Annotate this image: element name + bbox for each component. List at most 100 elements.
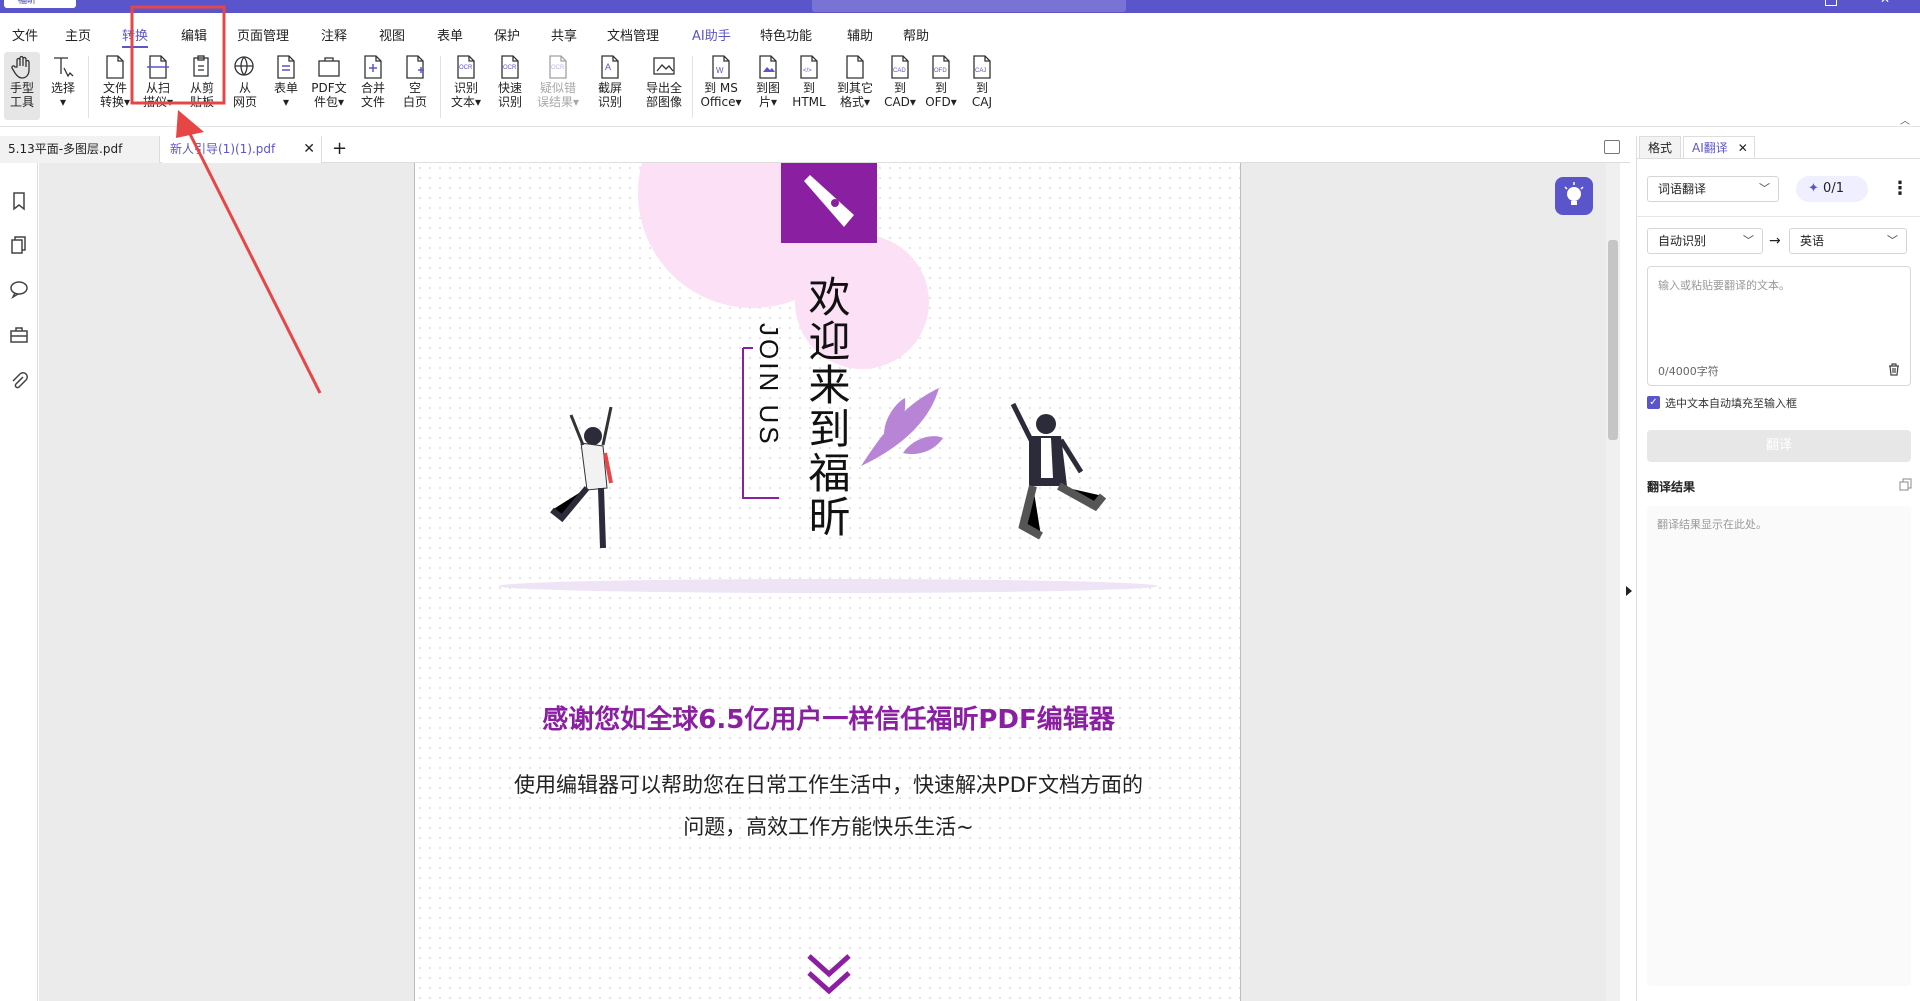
menu-14[interactable]: 帮助 <box>903 25 929 44</box>
to-caj-button[interactable]: CAJ 到 CAJ <box>964 52 1000 120</box>
scanner-icon <box>145 54 171 80</box>
to-office-label: Office▾ <box>700 95 742 109</box>
svg-text:CAD: CAD <box>893 68 906 74</box>
target-language-select[interactable]: 英语 ﹀ <box>1789 228 1907 254</box>
to-html-button[interactable]: </> 到 HTML <box>790 52 828 120</box>
translation-input[interactable]: 输入或粘贴要翻译的文本。 0/4000字符 <box>1647 266 1911 386</box>
scroll-down-chevron-icon <box>807 954 851 995</box>
attachment-icon[interactable] <box>9 371 29 391</box>
quick-ocr-label: 快速 <box>497 81 522 95</box>
expand-right-panel-icon[interactable] <box>1626 586 1632 596</box>
to-cad-label: 到 <box>893 81 906 95</box>
translate-mode-select[interactable]: 词语翻译 ﹀ <box>1647 176 1779 202</box>
ocr-icon: OCR <box>453 54 479 80</box>
to-other-button[interactable]: 到其它 格式▾ <box>832 52 878 120</box>
merge-icon <box>360 54 386 80</box>
merge-files-button[interactable]: 合并 文件 <box>354 52 392 120</box>
menu-9[interactable]: 共享 <box>551 25 577 44</box>
target-language-value: 英语 <box>1800 234 1825 248</box>
to-image-label: 到图 <box>755 81 780 95</box>
char-count: 0/4000字符 <box>1658 365 1719 378</box>
title-search-box[interactable] <box>812 0 1126 12</box>
document-tab[interactable]: 新人引导(1)(1).pdf ✕ <box>162 136 322 163</box>
document-vertical-scrollbar[interactable] <box>1606 163 1620 1001</box>
toolbar-divider <box>440 56 441 118</box>
quick-ocr-button[interactable]: OCR 快速 识别 <box>490 52 530 120</box>
blank-page-button[interactable]: 空白页 <box>396 52 434 120</box>
trash-icon[interactable] <box>1888 363 1900 376</box>
menu-0[interactable]: 文件 <box>12 25 38 44</box>
menu-13[interactable]: 辅助 <box>847 25 873 44</box>
ocr-suspect-icon: OCR <box>545 54 571 80</box>
menu-1[interactable]: 主页 <box>65 25 91 44</box>
to-ofd-label: OFD▾ <box>925 95 957 109</box>
toolbar-divider <box>692 56 693 118</box>
translate-button[interactable]: 翻译 <box>1647 430 1911 462</box>
pages-icon[interactable] <box>9 235 29 255</box>
toolbar-divider <box>88 56 89 118</box>
to-other-label: 到其它 <box>836 81 873 95</box>
source-language-select[interactable]: 自动识别 ﹀ <box>1647 228 1763 254</box>
quick-ocr-label: 识别 <box>497 95 522 109</box>
to-cad-button[interactable]: CAD 到 CAD▾ <box>882 52 918 120</box>
app-logo[interactable]: 福昕 <box>4 0 76 8</box>
suspect-results-label: 误结果▾ <box>536 95 580 109</box>
export-images-button[interactable]: 导出全 部图像 <box>640 52 688 120</box>
menu-10[interactable]: 文档管理 <box>607 25 659 44</box>
menu-3[interactable]: 编辑 <box>181 25 207 44</box>
collapse-ribbon-icon[interactable]: ︿ <box>1900 112 1910 127</box>
from-web-button[interactable]: 从网页 <box>227 52 263 120</box>
menu-12[interactable]: 特色功能 <box>760 25 812 44</box>
suspect-results-button[interactable]: OCR 疑似错 误结果▾ <box>534 52 582 120</box>
restore-window-icon[interactable] <box>1825 0 1837 6</box>
to-caj-label: 到 <box>975 81 988 95</box>
to-image-button[interactable]: 到图 片▾ <box>750 52 786 120</box>
ocr-text-button[interactable]: OCR 识别 文本▾ <box>446 52 486 120</box>
blank-page-icon <box>402 54 428 80</box>
from-clipboard-button[interactable]: 从剪 贴板 <box>182 52 222 120</box>
html-icon: </> <box>796 54 822 80</box>
tab-panel-toggle-icon[interactable] <box>1604 140 1620 154</box>
hand-tool-button[interactable]: 手型 工具 <box>4 52 40 120</box>
document-tab[interactable]: 5.13平面-多图层.pdf <box>0 136 160 163</box>
menu-8[interactable]: 保护 <box>494 25 520 44</box>
new-tab-button[interactable]: + <box>332 136 347 162</box>
pdf-page: 欢迎来到福昕 JOIN US 感谢您如全球6.5亿用户一样信任福昕PDF编辑器 … <box>414 163 1241 1001</box>
autofill-checkbox[interactable]: ✓ <box>1647 396 1660 409</box>
to-office-button[interactable]: W 到 MS Office▾ <box>698 52 744 120</box>
toolbox-icon[interactable] <box>9 325 29 345</box>
tab-format[interactable]: 格式 <box>1639 136 1682 158</box>
menu-6[interactable]: 视图 <box>379 25 405 44</box>
to-ofd-button[interactable]: OFD 到 OFD▾ <box>922 52 960 120</box>
file-convert-button[interactable]: 文件 转换▾ <box>95 52 135 120</box>
tab-ai-translate[interactable]: AI翻译 ✕ <box>1683 136 1755 158</box>
svg-text:A: A <box>605 62 611 72</box>
ai-quota-count: 0/1 <box>1823 181 1844 196</box>
menu-2[interactable]: 转换 <box>122 25 149 48</box>
from-scanner-button[interactable]: 从扫 描仪▾ <box>138 52 178 120</box>
form-button[interactable]: 表单 ▾ <box>268 52 304 120</box>
menu-5[interactable]: 注释 <box>321 25 347 44</box>
comments-icon[interactable] <box>9 279 29 299</box>
pdf-portfolio-button[interactable]: PDF文 件包▾ <box>308 52 350 120</box>
to-other-label: 格式▾ <box>839 95 871 109</box>
menu-7[interactable]: 表单 <box>437 25 463 44</box>
copy-icon[interactable] <box>1899 478 1912 491</box>
ai-assistant-bulb-button[interactable] <box>1555 177 1593 215</box>
ai-quota-badge[interactable]: ✦ 0/1 <box>1796 176 1868 202</box>
svg-text:W: W <box>716 66 724 75</box>
merge-files-label: 合并 <box>360 81 385 95</box>
screenshot-ocr-button[interactable]: A 截屏 识别 <box>590 52 630 120</box>
more-options-icon[interactable]: ⋮ <box>1891 176 1909 202</box>
close-window-icon[interactable]: ✕ <box>1880 0 1892 6</box>
menu-11[interactable]: AI助手 <box>692 25 731 44</box>
document-background-left <box>39 163 414 1001</box>
menu-4[interactable]: 页面管理 <box>237 25 289 44</box>
close-tab-icon[interactable]: ✕ <box>303 136 315 163</box>
select-tool-button[interactable]: 选择 ▾ <box>45 52 81 120</box>
close-panel-icon[interactable]: ✕ <box>1738 137 1748 159</box>
bookmark-icon[interactable] <box>9 191 29 211</box>
scrollbar-thumb[interactable] <box>1608 240 1618 440</box>
translation-result-box: 翻译结果显示在此处。 <box>1647 506 1911 986</box>
form-icon <box>273 54 299 80</box>
